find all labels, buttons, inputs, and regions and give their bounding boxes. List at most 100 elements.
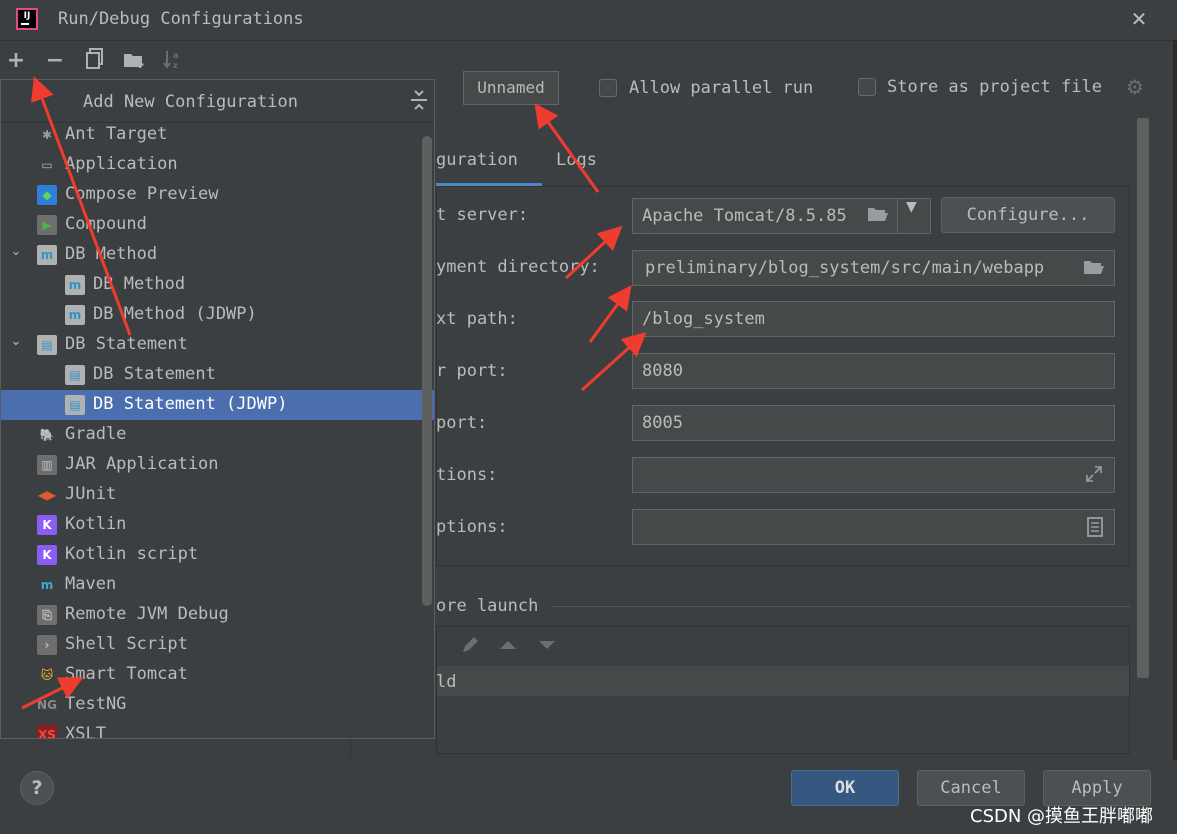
store-as-project-file-checkbox[interactable] <box>858 78 876 96</box>
configuration-type-item[interactable]: ✱ Ant Target <box>1 122 434 150</box>
deployment-directory-field[interactable]: preliminary/blog_system/src/main/webapp <box>632 250 1115 286</box>
configuration-type-item[interactable]: 🐘 Gradle <box>1 420 434 450</box>
configuration-type-label: JUnit <box>65 484 117 504</box>
testng-icon: NG <box>37 698 57 712</box>
move-down-icon[interactable] <box>537 636 557 654</box>
pencil-icon[interactable] <box>460 635 480 655</box>
jar-icon: ▥ <box>37 455 57 475</box>
configuration-type-item[interactable]: ▥ JAR Application <box>1 450 434 480</box>
deployment-directory-label: yment directory: <box>436 257 600 277</box>
configuration-type-item[interactable]: m DB Method (JDWP) <box>1 300 434 330</box>
configuration-type-item[interactable]: m Maven <box>1 570 434 600</box>
server-select[interactable]: Apache Tomcat/8.5.85 <box>632 198 898 234</box>
folder-open-icon[interactable] <box>1081 258 1107 280</box>
close-icon[interactable]: ✕ <box>1128 6 1150 32</box>
remove-configuration-button[interactable]: − <box>42 48 68 74</box>
xslt-icon: XS <box>37 725 57 738</box>
help-button[interactable]: ? <box>20 771 54 805</box>
gear-icon[interactable]: ⚙ <box>1124 76 1146 98</box>
configuration-type-item[interactable]: ◀▶ JUnit <box>1 480 434 510</box>
configuration-type-label: DB Method <box>65 244 158 264</box>
configuration-type-item[interactable]: ⌄ ▤ DB Statement <box>1 330 434 360</box>
configuration-type-item[interactable]: K Kotlin script <box>1 540 434 570</box>
configure-button[interactable]: Configure... <box>941 197 1115 233</box>
expand-icon[interactable] <box>1083 465 1105 487</box>
sort-icon[interactable]: az <box>160 48 186 74</box>
configuration-type-item[interactable]: ⎘ Remote JVM Debug <box>1 600 434 630</box>
server-dropdown-button[interactable]: ▼ <box>897 198 931 234</box>
configuration-type-label: Ant Target <box>65 124 168 144</box>
configuration-type-item[interactable]: NG TestNG <box>1 690 434 720</box>
folder-open-icon[interactable] <box>866 205 890 227</box>
chevron-down-icon: ▼ <box>906 199 917 215</box>
configuration-type-item[interactable]: ▤ DB Statement (JDWP) <box>1 390 434 420</box>
server-port-field[interactable]: 8080 <box>632 353 1115 389</box>
configuration-name-field[interactable]: Unnamed <box>463 71 559 105</box>
junit-icon: ◀▶ <box>37 488 57 502</box>
before-launch-row-label: ld <box>436 672 457 692</box>
configuration-type-item[interactable]: K Kotlin <box>1 510 434 540</box>
compose-icon: ◆ <box>37 185 57 205</box>
shell-icon: › <box>37 635 57 655</box>
configuration-type-item[interactable]: XS XSLT <box>1 720 434 738</box>
expand-arrow-icon[interactable]: ⌄ <box>9 244 23 259</box>
gradle-icon: 🐘 <box>39 428 55 442</box>
kotlin-icon: K <box>37 545 57 565</box>
before-launch-heading: ore launch <box>436 596 539 616</box>
allow-parallel-run-checkbox[interactable] <box>599 79 617 97</box>
context-path-field[interactable]: /blog_system <box>632 301 1115 337</box>
apply-button[interactable]: Apply <box>1043 770 1151 806</box>
copy-configuration-icon[interactable] <box>82 48 108 74</box>
configuration-type-item[interactable]: ▤ DB Statement <box>1 360 434 390</box>
configuration-type-label: Shell Script <box>65 634 188 654</box>
popup-header: Add New Configuration <box>1 80 434 123</box>
before-launch-divider <box>552 606 1130 607</box>
configuration-type-item[interactable]: ◆ Compose Preview <box>1 180 434 210</box>
csdn-watermark: CSDN @摸鱼王胖嘟嘟 <box>970 806 1154 827</box>
store-as-project-file-label: Store as project file <box>887 77 1102 97</box>
configuration-type-item[interactable]: ▶ Compound <box>1 210 434 240</box>
move-up-icon[interactable] <box>498 636 518 654</box>
before-launch-row[interactable] <box>437 666 1129 696</box>
popup-scrollbar[interactable] <box>422 136 432 606</box>
svg-text:z: z <box>173 61 178 70</box>
vm-options-field[interactable] <box>632 457 1115 493</box>
collapse-all-icon[interactable] <box>409 89 429 111</box>
ok-button[interactable]: OK <box>791 770 899 806</box>
db-method-icon: m <box>37 245 57 265</box>
add-configuration-button[interactable]: + <box>3 48 29 74</box>
application-icon: ▭ <box>41 158 53 172</box>
configuration-type-item[interactable]: m DB Method <box>1 270 434 300</box>
folder-add-icon[interactable] <box>121 48 147 74</box>
db-statement-icon: ▤ <box>65 365 85 385</box>
expand-arrow-icon[interactable]: ⌄ <box>9 334 23 349</box>
remote-debug-icon: ⎘ <box>37 605 57 625</box>
configuration-type-item[interactable]: ⌄ m DB Method <box>1 240 434 270</box>
configuration-type-item[interactable]: 🐱 Smart Tomcat <box>1 660 434 690</box>
tab-logs[interactable]: Logs <box>556 150 597 170</box>
right-scrollbar[interactable] <box>1137 118 1149 678</box>
configuration-type-label: Remote JVM Debug <box>65 604 229 624</box>
env-options-field[interactable] <box>632 509 1115 545</box>
configuration-type-item[interactable]: › Shell Script <box>1 630 434 660</box>
configuration-type-list: ✱ Ant Target ▭ Application ◆ Compose Preview ▶… <box>1 122 434 738</box>
window-title: Run/Debug Configurations <box>58 9 304 29</box>
configuration-type-item[interactable]: ▭ Application <box>1 150 434 180</box>
admin-port-label: port: <box>436 413 488 433</box>
db-method-icon: m <box>65 275 85 295</box>
title-bar: IJ Run/Debug Configurations ✕ <box>0 0 1177 41</box>
configuration-type-label: Kotlin <box>65 514 127 534</box>
window-edge <box>1173 40 1177 760</box>
configuration-type-label: Smart Tomcat <box>65 664 188 684</box>
cancel-button[interactable]: Cancel <box>917 770 1025 806</box>
configuration-type-label: Compose Preview <box>65 184 219 204</box>
tab-configuration[interactable]: guration <box>436 150 542 186</box>
configuration-type-label: JAR Application <box>65 454 219 474</box>
document-icon[interactable] <box>1084 516 1106 542</box>
intellij-logo-icon: IJ <box>16 8 38 30</box>
admin-port-field[interactable]: 8005 <box>632 405 1115 441</box>
add-new-configuration-popup: Add New Configuration ✱ Ant Target ▭ Applic… <box>0 79 435 739</box>
kotlin-icon: K <box>37 515 57 535</box>
db-statement-icon: ▤ <box>37 335 57 355</box>
compound-icon: ▶ <box>37 215 57 235</box>
